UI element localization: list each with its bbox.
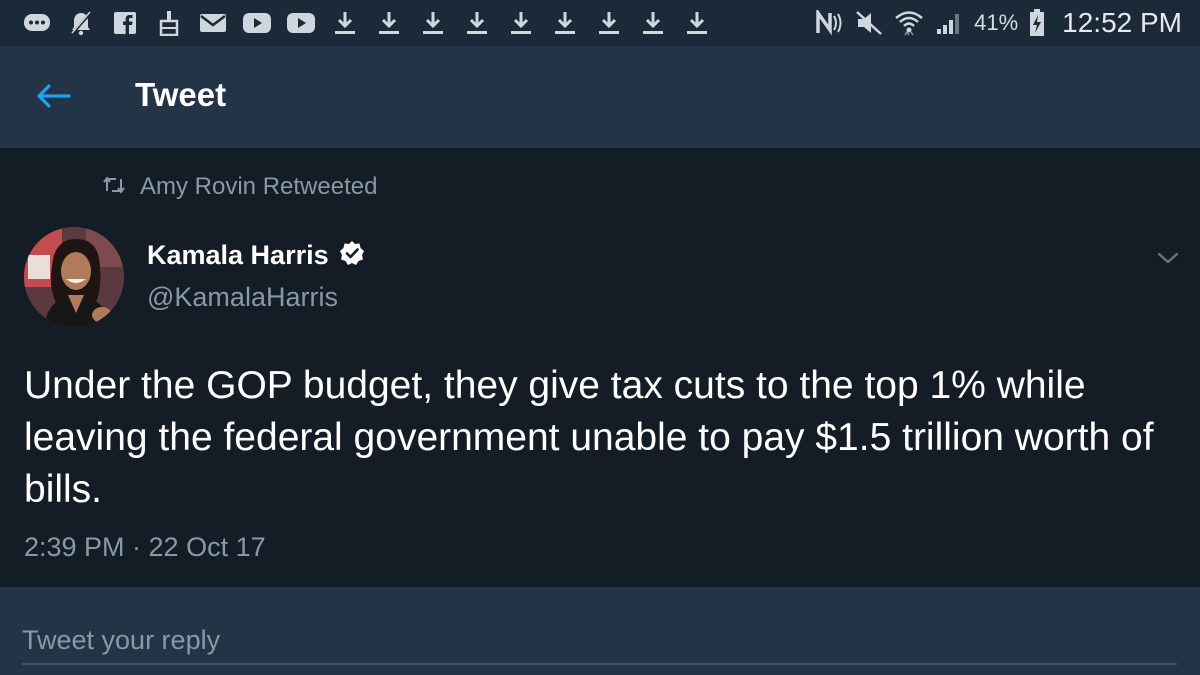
author-name: Kamala Harris <box>147 240 329 270</box>
avatar[interactable] <box>24 227 124 327</box>
download-icon <box>682 8 712 38</box>
download-icon <box>550 8 580 38</box>
retweeted-by-label: Amy Rovin Retweeted <box>140 173 378 200</box>
nfc-icon <box>814 8 844 38</box>
battery-percent: 41% <box>974 10 1019 35</box>
reply-composer <box>0 585 1200 675</box>
tweet-timestamp[interactable]: 2:39 PM · 22 Oct 17 <box>24 532 266 563</box>
download-icon <box>594 8 624 38</box>
status-bar: 41% 12:52 PM <box>0 0 1200 46</box>
back-arrow-icon <box>35 83 71 114</box>
download-icon <box>506 8 536 38</box>
youtube-icon <box>242 8 272 38</box>
youtube-icon <box>286 8 316 38</box>
tweet-text: Under the GOP budget, they give tax cuts… <box>24 364 1154 511</box>
author-name-row[interactable]: Kamala Harris <box>147 240 365 271</box>
download-icon <box>330 8 360 38</box>
download-icon <box>462 8 492 38</box>
app-bar: Tweet <box>0 46 1200 150</box>
system-status: 41% 12:52 PM <box>814 7 1182 39</box>
mute-bell-icon <box>66 8 96 38</box>
back-button[interactable] <box>30 78 76 118</box>
silent-icon <box>854 8 884 38</box>
clock: 12:52 PM <box>1062 7 1182 38</box>
tweet-card: Amy Rovin Retweeted Kamala Harris @Kamal… <box>0 152 1200 584</box>
download-icon <box>418 8 448 38</box>
chevron-down-icon <box>1154 252 1182 272</box>
email-icon <box>198 8 228 38</box>
wifi-icon <box>894 8 924 38</box>
cleaner-icon <box>154 8 184 38</box>
page-title: Tweet <box>135 76 227 113</box>
retweet-context[interactable]: Amy Rovin Retweeted <box>102 173 377 201</box>
retweet-icon <box>102 173 126 201</box>
download-icon <box>638 8 668 38</box>
author-handle[interactable]: @KamalaHarris <box>147 282 338 313</box>
chat-bubble-icon <box>22 8 52 38</box>
tweet-options-button[interactable] <box>1154 248 1182 268</box>
signal-icon <box>934 8 964 38</box>
reply-input[interactable] <box>22 617 1177 665</box>
facebook-icon <box>110 8 140 38</box>
notification-icons <box>22 8 712 38</box>
battery-charging-icon <box>1028 8 1046 38</box>
verified-badge-icon <box>339 240 365 271</box>
tweet-detail-screen: 41% 12:52 PM Tweet Amy Rovin Retweeted K… <box>0 0 1200 675</box>
download-icon <box>374 8 404 38</box>
